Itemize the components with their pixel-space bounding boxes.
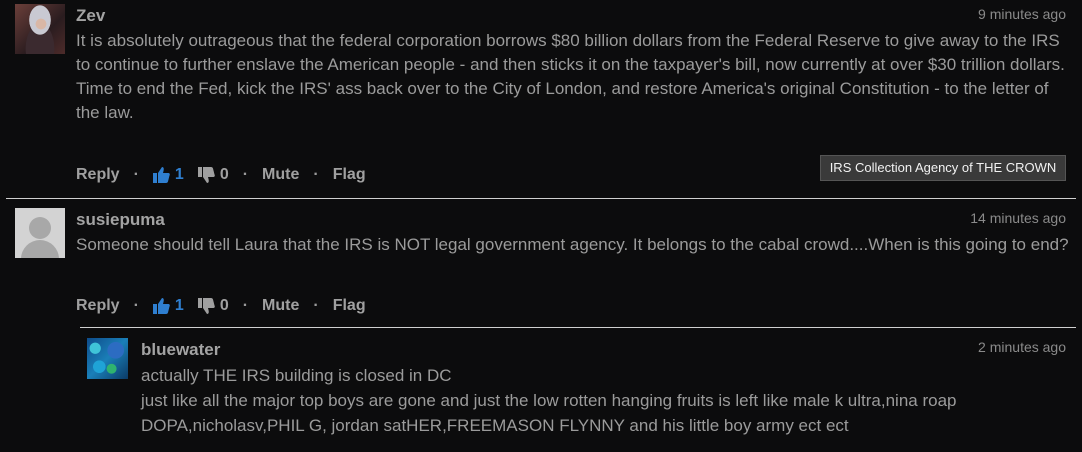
thumbs-up-icon	[152, 167, 170, 183]
separator-dot: ·	[133, 166, 139, 183]
comment-author[interactable]: Zev	[76, 6, 105, 26]
thumbs-down-icon	[197, 167, 215, 183]
tooltip: IRS Collection Agency of THE CROWN	[820, 155, 1066, 181]
default-avatar[interactable]	[15, 208, 65, 258]
separator-dot: ·	[242, 166, 249, 183]
comment-line: DOPA,nicholasv,PHIL G, jordan satHER,FRE…	[141, 416, 849, 435]
comment-susiepuma: susiepuma 14 minutes ago Someone should …	[0, 199, 1082, 327]
mute-button[interactable]: Mute	[262, 297, 299, 315]
avatar[interactable]	[15, 4, 65, 54]
reply-button[interactable]: Reply	[76, 166, 120, 184]
upvote-count: 1	[174, 166, 184, 183]
comment-paragraph: It is absolutely outrageous that the fed…	[76, 31, 1065, 74]
comment-paragraph: Time to end the Fed, kick the IRS' ass b…	[76, 79, 1049, 122]
downvote-button[interactable]: 0	[197, 297, 229, 315]
comment-body: Someone should tell Laura that the IRS i…	[76, 233, 1071, 257]
reply-button[interactable]: Reply	[76, 297, 120, 315]
avatar[interactable]	[87, 338, 128, 379]
flag-button[interactable]: Flag	[333, 166, 366, 184]
comment-body: It is absolutely outrageous that the fed…	[76, 29, 1071, 125]
comment-timestamp[interactable]: 9 minutes ago	[978, 6, 1066, 22]
comment-timestamp[interactable]: 2 minutes ago	[978, 339, 1066, 355]
mute-button[interactable]: Mute	[262, 166, 299, 184]
separator-dot: ·	[242, 297, 249, 314]
thumbs-down-icon	[197, 298, 215, 314]
comment-line: just like all the major top boys are gon…	[141, 391, 957, 410]
flag-button[interactable]: Flag	[333, 297, 366, 315]
comment-bluewater: bluewater 2 minutes ago actually THE IRS…	[0, 328, 1082, 452]
downvote-count: 0	[219, 297, 229, 314]
separator-dot: ·	[313, 166, 319, 183]
comment-body: actually THE IRS building is closed in D…	[141, 363, 1071, 438]
comment-line: actually THE IRS building is closed in D…	[141, 366, 452, 385]
upvote-count: 1	[174, 297, 184, 314]
avatar-head-shape	[29, 217, 51, 239]
upvote-button[interactable]: 1	[152, 297, 184, 315]
avatar-shoulders-shape	[21, 240, 59, 258]
comment-author[interactable]: bluewater	[141, 340, 220, 360]
comment-zev: Zev 9 minutes ago It is absolutely outra…	[0, 0, 1082, 198]
comment-paragraph: Someone should tell Laura that the IRS i…	[76, 235, 1069, 254]
comment-timestamp[interactable]: 14 minutes ago	[970, 210, 1066, 226]
downvote-button[interactable]: 0	[197, 166, 229, 184]
comment-actions: Reply · 1 0 · Mute · Flag	[76, 166, 366, 184]
comment-actions: Reply · 1 0 · Mute · Flag	[76, 297, 366, 315]
comment-author[interactable]: susiepuma	[76, 210, 165, 230]
upvote-button[interactable]: 1	[152, 166, 184, 184]
downvote-count: 0	[219, 166, 229, 183]
separator-dot: ·	[313, 297, 319, 314]
thumbs-up-icon	[152, 298, 170, 314]
separator-dot: ·	[133, 297, 139, 314]
